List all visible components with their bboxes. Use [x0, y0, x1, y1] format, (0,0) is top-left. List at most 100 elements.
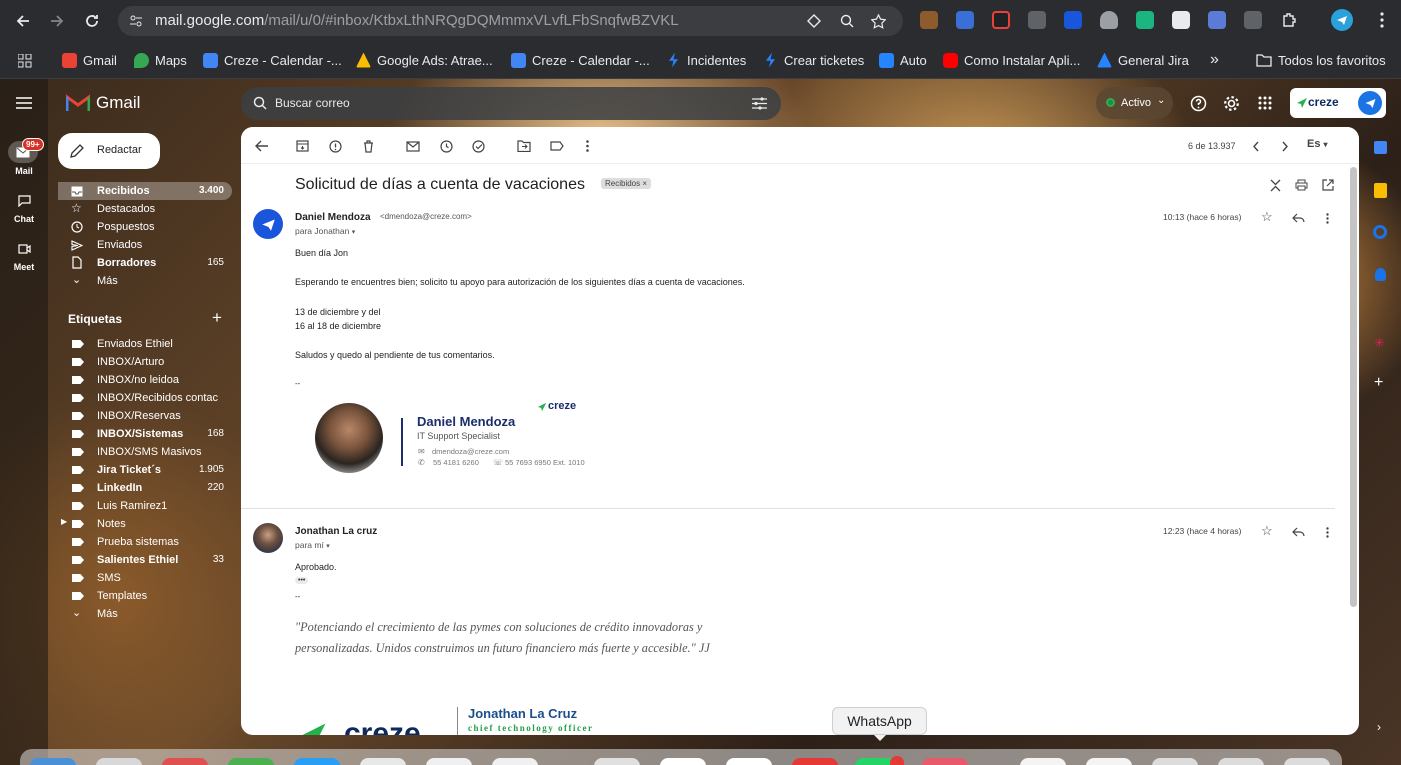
extension-doc-icon[interactable]: [1172, 11, 1190, 29]
label-item[interactable]: Luis Ramirez1: [58, 497, 232, 515]
bookmark-general-jira[interactable]: General Jira: [1097, 50, 1189, 70]
label-item[interactable]: INBOX/SMS Masivos: [58, 443, 232, 461]
all-favorites[interactable]: Todos los favoritos: [1256, 50, 1386, 70]
next-message-icon[interactable]: [1276, 137, 1294, 155]
delete-icon[interactable]: [359, 137, 377, 155]
move-to-icon[interactable]: [515, 137, 533, 155]
dock-app-icon[interactable]: [660, 758, 706, 765]
extension-g-icon[interactable]: [992, 11, 1010, 29]
tasks-addon-icon[interactable]: [1373, 225, 1387, 239]
main-menu-icon[interactable]: [14, 94, 34, 112]
bookmark-crear-ticketes[interactable]: Crear ticketes: [763, 50, 864, 70]
slack-addon-icon[interactable]: ✳: [1374, 335, 1385, 351]
sender-avatar-daniel[interactable]: [253, 209, 283, 239]
bookmark-calendar-1[interactable]: Creze - Calendar -...: [203, 50, 342, 70]
back-to-inbox-icon[interactable]: [253, 137, 271, 155]
label-item[interactable]: INBOX/Arturo: [58, 353, 232, 371]
extension-shield-icon[interactable]: [1100, 11, 1118, 29]
zoom-icon[interactable]: [839, 13, 855, 29]
google-apps-icon[interactable]: [1256, 94, 1274, 112]
more-options-icon[interactable]: [578, 137, 596, 155]
bookmark-incidentes[interactable]: Incidentes: [666, 50, 746, 70]
search-bar[interactable]: Buscar correo: [241, 87, 781, 120]
subject-label-chip[interactable]: Recibidos ×: [601, 178, 652, 189]
reload-icon[interactable]: [83, 12, 101, 30]
dock-app-icon[interactable]: [792, 758, 838, 765]
prev-message-icon[interactable]: [1247, 137, 1265, 155]
more-menu-icon[interactable]: [1373, 11, 1391, 29]
label-icon[interactable]: [548, 137, 566, 155]
dock-app-icon[interactable]: [922, 758, 968, 765]
dock-app-icon[interactable]: [360, 758, 406, 765]
dock-app-icon[interactable]: [1284, 758, 1330, 765]
site-info-icon[interactable]: [128, 13, 144, 29]
status-chip[interactable]: Activo ⌄: [1096, 87, 1173, 119]
extension-code-icon[interactable]: [1136, 11, 1154, 29]
label-item[interactable]: Jira Ticket´s 1.905: [58, 461, 232, 479]
contacts-addon-icon[interactable]: [1375, 268, 1386, 281]
gmail-logo[interactable]: Gmail: [66, 93, 140, 113]
rail-mail[interactable]: 99+ Mail: [0, 138, 48, 178]
dock-app-icon[interactable]: [294, 758, 340, 765]
settings-gear-icon[interactable]: [1222, 94, 1240, 112]
folder-snoozed[interactable]: Pospuestos: [58, 218, 232, 236]
extensions-puzzle-icon[interactable]: [1280, 11, 1298, 29]
print-icon[interactable]: [1294, 178, 1308, 192]
folder-drafts[interactable]: Borradores 165: [58, 254, 232, 272]
bookmark-calendar-2[interactable]: Creze - Calendar -...: [511, 50, 650, 70]
compose-button[interactable]: Redactar: [58, 133, 160, 169]
dock-app-icon[interactable]: [1218, 758, 1264, 765]
sender-avatar-jonathan[interactable]: [253, 523, 283, 553]
dock-app-icon[interactable]: [1020, 758, 1066, 765]
label-item[interactable]: ▶ Notes: [58, 515, 232, 533]
report-spam-icon[interactable]: [326, 137, 344, 155]
label-item[interactable]: Enviados Ethiel: [58, 335, 232, 353]
language-selector[interactable]: Es ▾: [1307, 138, 1328, 150]
back-icon[interactable]: [14, 12, 32, 30]
folder-inbox[interactable]: Recibidos 3.400: [58, 182, 232, 200]
apps-grid-icon[interactable]: [16, 52, 34, 70]
label-item[interactable]: Prueba sistemas: [58, 533, 232, 551]
collapse-all-icon[interactable]: [1268, 178, 1282, 192]
label-item[interactable]: LinkedIn 220: [58, 479, 232, 497]
dock-app-icon[interactable]: [426, 758, 472, 765]
reply-icon[interactable]: [1291, 212, 1305, 224]
help-icon[interactable]: [1189, 94, 1207, 112]
search-input[interactable]: Buscar correo: [275, 96, 350, 110]
label-item[interactable]: INBOX/Recibidos contac: [58, 389, 232, 407]
open-new-window-icon[interactable]: [1321, 178, 1335, 192]
show-trimmed-content-button[interactable]: •••: [295, 577, 309, 584]
dock-app-icon[interactable]: [162, 758, 208, 765]
dock-app-icon[interactable]: [1086, 758, 1132, 765]
bookmark-auto[interactable]: Auto: [879, 50, 927, 70]
expand-side-panel-icon[interactable]: ›: [1377, 720, 1381, 734]
dock-app-icon[interactable]: [96, 758, 142, 765]
bookmark-google-ads[interactable]: Google Ads: Atrae...: [356, 50, 493, 70]
star-icon[interactable]: ☆: [1261, 523, 1273, 539]
search-options-icon[interactable]: [751, 95, 767, 111]
extension-a-icon[interactable]: [1244, 11, 1262, 29]
keep-addon-icon[interactable]: [1374, 183, 1387, 198]
dock-app-icon[interactable]: [492, 758, 538, 765]
reply-icon[interactable]: [1291, 526, 1305, 538]
label-item[interactable]: INBOX/Sistemas 168: [58, 425, 232, 443]
account-avatar[interactable]: [1358, 91, 1382, 115]
remove-label-icon[interactable]: ×: [642, 179, 647, 188]
folder-more[interactable]: ⌄ Más: [58, 272, 232, 290]
account-brand-chip[interactable]: creze: [1290, 88, 1386, 118]
snooze-icon[interactable]: [437, 137, 455, 155]
message-more-icon[interactable]: [1323, 212, 1331, 224]
folder-sent[interactable]: Enviados: [58, 236, 232, 254]
labels-more[interactable]: ⌄ Más: [58, 605, 232, 623]
add-label-icon[interactable]: +: [212, 308, 222, 328]
extension-phone-icon[interactable]: [1208, 11, 1226, 29]
recipient-line[interactable]: para mí ▾: [295, 540, 330, 550]
message-more-icon[interactable]: [1323, 526, 1331, 538]
dock-app-icon[interactable]: [726, 758, 772, 765]
star-icon[interactable]: ☆: [1261, 209, 1273, 225]
extension-shield-blue-icon[interactable]: [1064, 11, 1082, 29]
telegram-extension-icon[interactable]: [1331, 9, 1353, 31]
label-item[interactable]: Templates: [58, 587, 232, 605]
scrollbar-thumb[interactable]: [1350, 167, 1357, 607]
folder-starred[interactable]: ☆ Destacados: [58, 200, 232, 218]
